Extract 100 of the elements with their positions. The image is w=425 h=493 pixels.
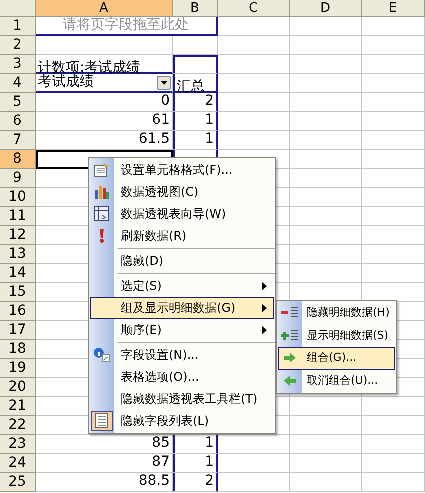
menu-item[interactable]: 顺序(E) <box>90 319 274 341</box>
grid-cell <box>362 131 425 150</box>
grid-cell <box>362 55 425 74</box>
format-cells-icon <box>94 162 110 178</box>
row-header[interactable]: 21 <box>0 397 36 416</box>
grid-cell <box>362 188 425 207</box>
column-header[interactable]: D <box>290 0 362 17</box>
grid-cell <box>290 93 362 112</box>
menu-item[interactable]: 取消组合(U)... <box>278 370 395 392</box>
grid-cell <box>362 17 425 36</box>
count-cell-text: 1 <box>204 454 215 472</box>
row-header[interactable]: 10 <box>0 188 36 207</box>
grid-cell <box>362 36 425 55</box>
grid-cell <box>218 473 290 492</box>
menu-item[interactable]: 字段设置(N)... <box>90 344 274 366</box>
count-cell-text: 2 <box>204 93 215 111</box>
grid-cell <box>362 169 425 188</box>
row-header[interactable]: 7 <box>0 131 36 150</box>
dropdown-arrow-icon <box>160 80 168 84</box>
menu-item[interactable]: 表格选项(O)... <box>90 366 274 388</box>
left-arrow-icon <box>283 374 297 387</box>
row-header[interactable]: 9 <box>0 169 36 188</box>
grid-cell <box>290 17 362 36</box>
row-value-cell-text: 61 <box>151 112 171 130</box>
menu-item[interactable]: 隐藏(D) <box>90 250 274 272</box>
row-header[interactable]: 23 <box>0 435 36 454</box>
row-header[interactable]: 19 <box>0 359 36 378</box>
bar-chart-icon <box>94 184 110 200</box>
menu-item[interactable]: 数据透视表向导(W) <box>90 203 274 225</box>
grid-cell <box>362 245 425 264</box>
row-header[interactable]: 3 <box>0 55 36 74</box>
grid-cell <box>362 226 425 245</box>
row-field-header: 考试成绩 <box>37 74 95 91</box>
row-header[interactable]: 11 <box>0 207 36 226</box>
row-header[interactable]: 8 <box>0 150 36 169</box>
row-header[interactable]: 13 <box>0 245 36 264</box>
exclamation-icon <box>97 228 107 244</box>
grid-cell <box>362 435 425 454</box>
grid-cell <box>290 36 362 55</box>
menu-item[interactable]: 隐藏数据透视表工具栏(T) <box>90 388 274 410</box>
row-header[interactable]: 17 <box>0 321 36 340</box>
menu-item[interactable]: 隐藏字段列表(L) <box>90 410 274 432</box>
row-header[interactable]: 5 <box>0 93 36 112</box>
row-header[interactable]: 22 <box>0 416 36 435</box>
count-cell-text: 2 <box>204 473 215 491</box>
field-list-icon <box>95 413 109 429</box>
grid-cell <box>362 454 425 473</box>
count-cell-text: 1 <box>204 112 215 130</box>
row-header[interactable]: 1 <box>0 17 36 36</box>
row-header[interactable]: 2 <box>0 36 36 55</box>
grid-cell <box>290 112 362 131</box>
row-header[interactable]: 6 <box>0 112 36 131</box>
grid-cell <box>218 93 290 112</box>
grid-cell <box>290 55 362 74</box>
grid-cell <box>218 74 290 93</box>
menu-item[interactable]: 组及显示明细数据(G) <box>90 297 274 319</box>
grid-cell <box>290 226 362 245</box>
row-header[interactable]: 4 <box>0 74 36 93</box>
row-header[interactable]: 15 <box>0 283 36 302</box>
column-header[interactable]: E <box>362 0 425 17</box>
count-cell-text: 1 <box>204 131 215 149</box>
row-header[interactable]: 25 <box>0 473 36 492</box>
dropdown-button[interactable] <box>157 76 171 90</box>
grid-cell <box>362 416 425 435</box>
row-header[interactable]: 20 <box>0 378 36 397</box>
column-header[interactable]: A <box>36 0 173 17</box>
row-header[interactable]: 18 <box>0 340 36 359</box>
grid-cell <box>290 150 362 169</box>
grid-cell <box>290 473 362 492</box>
menu-item[interactable]: 设置单元格格式(F)... <box>90 159 274 181</box>
grid-cell <box>218 36 290 55</box>
grid-cell <box>290 397 362 416</box>
grid-cell <box>290 207 362 226</box>
grid-cell <box>290 74 362 93</box>
grid-cell <box>218 55 290 74</box>
grid-cell <box>362 207 425 226</box>
minus-list-icon <box>280 306 300 320</box>
table-wizard-icon <box>94 206 110 222</box>
menu-item[interactable]: 隐藏明细数据(H) <box>278 302 395 324</box>
plus-list-icon <box>280 328 300 343</box>
column-header[interactable]: C <box>218 0 290 17</box>
right-arrow-icon <box>283 352 297 364</box>
grid-cell <box>362 150 425 169</box>
page-field-placeholder: 请将页字段拖至此处 <box>62 17 190 34</box>
row-header[interactable]: 14 <box>0 264 36 283</box>
row-value-cell-text: 87 <box>151 454 171 472</box>
column-header[interactable]: B <box>173 0 218 17</box>
grid-cell <box>290 131 362 150</box>
row-header[interactable]: 12 <box>0 226 36 245</box>
grid-cell <box>362 473 425 492</box>
menu-item[interactable]: 显示明细数据(S) <box>278 324 395 347</box>
grid-cell <box>290 169 362 188</box>
menu-item[interactable]: 数据透视图(C) <box>90 181 274 203</box>
row-header[interactable]: 24 <box>0 454 36 473</box>
menu-item[interactable]: 刷新数据(R) <box>90 225 274 247</box>
menu-item[interactable]: 选定(S) <box>90 275 274 297</box>
grid-cell <box>218 17 290 36</box>
menu-item[interactable]: 组合(G)... <box>278 347 395 370</box>
count-cell-text: 1 <box>204 435 215 453</box>
row-header[interactable]: 16 <box>0 302 36 321</box>
